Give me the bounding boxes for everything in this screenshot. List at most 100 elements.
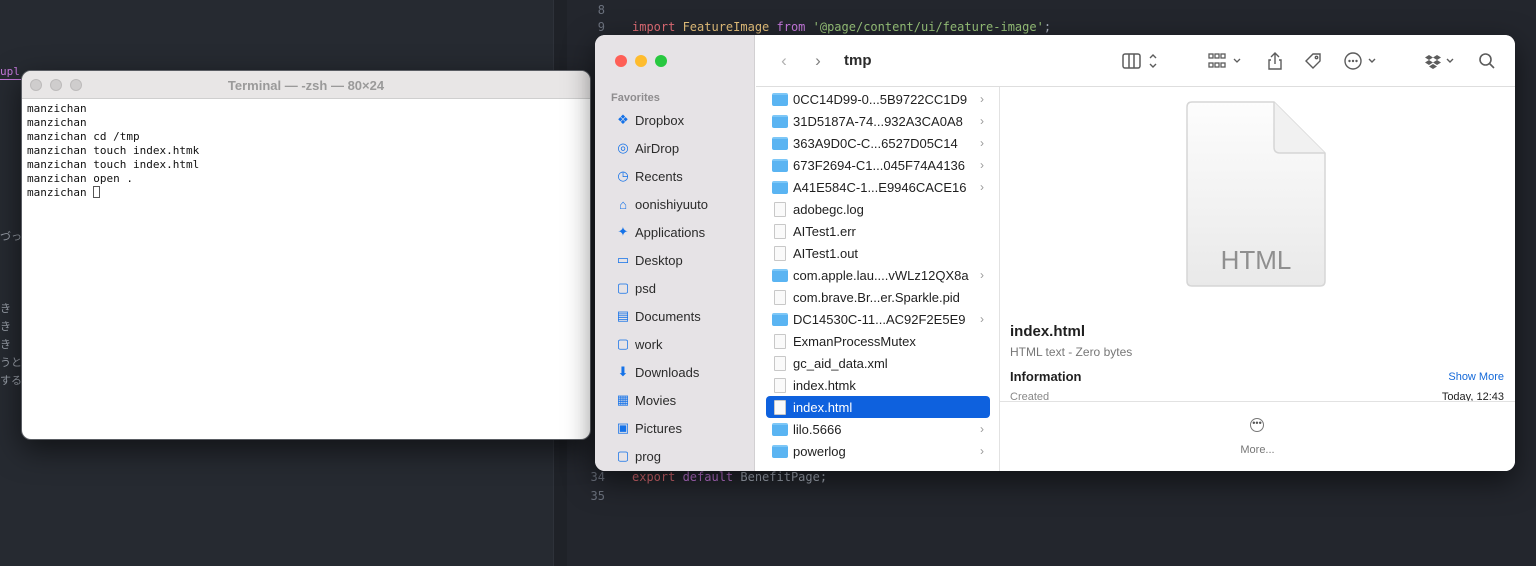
file-icon [774, 333, 786, 349]
terminal-output[interactable]: manzichan manzichan manzichan cd /tmp manzi… [22, 99, 590, 203]
sidebar-item-documents[interactable]: ▤ Documents [611, 305, 751, 327]
folder-icon: ▢ [616, 280, 630, 295]
forward-icon[interactable]: › [808, 49, 828, 73]
line-number: 9 [597, 20, 605, 34]
code-line[interactable]: import FeatureImage from '@page/content/… [632, 20, 1051, 34]
code-fragment: upl [0, 65, 20, 78]
sidebar-item-label: Applications [635, 224, 706, 240]
sidebar-item-label: Dropbox [635, 112, 685, 128]
minimize-button[interactable] [635, 55, 647, 67]
file-name: powerlog [793, 443, 846, 459]
code-token: ; [1043, 20, 1052, 34]
terminal-line: manzichan cd /tmp [27, 130, 140, 143]
sidebar-item-work[interactable]: ▢ work [611, 333, 751, 355]
view-columns-icon[interactable] [1120, 49, 1162, 73]
search-icon[interactable] [1476, 49, 1498, 73]
chevron-right-icon: › [980, 268, 984, 282]
file-row[interactable]: 31D5187A-74...932A3CA0A8 › [766, 110, 990, 132]
line-number: 35 [590, 489, 605, 503]
sidebar-item-dropbox[interactable]: ❖ Dropbox [611, 109, 751, 131]
file-row[interactable]: index.html [766, 396, 990, 418]
code-underline [0, 79, 22, 80]
close-button[interactable] [615, 55, 627, 67]
html-document-icon: HTML [1186, 101, 1326, 287]
folder-title: tmp [844, 52, 872, 69]
applications-icon: ✦ [617, 224, 629, 239]
file-row[interactable]: 363A9D0C-C...6527D05C14 › [766, 132, 990, 154]
folder-icon: ▢ [616, 336, 630, 351]
sidebar-item-prog[interactable]: ▢ prog [611, 445, 751, 467]
sidebar-item-label: Recents [635, 168, 683, 184]
preview-pane: HTML index.html HTML text - Zero bytes I… [1000, 87, 1515, 403]
file-icon [774, 223, 786, 239]
sidebar-item-pictures[interactable]: ▣ Pictures [611, 417, 751, 439]
clock-icon: ◷ [617, 168, 629, 183]
file-row[interactable]: com.brave.Br...er.Sparkle.pid [766, 286, 990, 308]
file-row[interactable]: A41E584C-1...E9946CACE16 › [766, 176, 990, 198]
finder-sidebar: Favorites ❖ Dropbox ◎ AirDrop ◷ Recents ⌂ oonis… [595, 35, 755, 471]
folder-icon [772, 312, 788, 326]
file-row[interactable]: DC14530C-11...AC92F2E5E9 › [766, 308, 990, 330]
action-menu-icon[interactable] [1342, 49, 1382, 73]
file-row[interactable]: 0CC14D99-0...5B9722CC1D9 › [766, 88, 990, 110]
folder-icon [772, 180, 788, 194]
zoom-button[interactable] [655, 55, 667, 67]
more-icon[interactable]: ••• [1250, 418, 1264, 432]
file-row[interactable]: lilo.5666 › [766, 418, 990, 440]
dropbox-icon[interactable] [1424, 49, 1460, 73]
code-token: BenefitPage; [740, 470, 828, 484]
file-row[interactable]: ExmanProcessMutex [766, 330, 990, 352]
text-fragment: き [0, 303, 11, 315]
more-label[interactable]: More... [1000, 444, 1515, 456]
file-row[interactable]: AITest1.out [766, 242, 990, 264]
sidebar-item-oonishiyuuto[interactable]: ⌂ oonishiyuuto [611, 193, 751, 215]
sidebar-item-movies[interactable]: ▦ Movies [611, 389, 751, 411]
file-name: adobegc.log [793, 201, 864, 217]
terminal-titlebar[interactable]: Terminal — -zsh — 80×24 [22, 71, 590, 99]
sidebar-item-airdrop[interactable]: ◎ AirDrop [611, 137, 751, 159]
folder-icon [772, 422, 788, 436]
file-row[interactable]: AITest1.err [766, 220, 990, 242]
finder-window[interactable]: Favorites ❖ Dropbox ◎ AirDrop ◷ Recents ⌂ oonis… [595, 35, 1515, 471]
text-fragment: づっ [0, 231, 22, 243]
file-list[interactable]: 0CC14D99-0...5B9722CC1D9 › 31D5187A-74...9… [756, 87, 1000, 471]
chevron-right-icon: › [980, 444, 984, 458]
file-name: ExmanProcessMutex [793, 333, 916, 349]
file-icon [774, 355, 786, 371]
folder-icon: ▢ [616, 448, 630, 463]
dropbox-icon: ❖ [617, 112, 629, 127]
terminal-window[interactable]: Terminal — -zsh — 80×24 manzichan manzich… [21, 70, 591, 440]
file-row[interactable]: com.apple.lau....vWLz12QX8a › [766, 264, 990, 286]
text-fragment: き [0, 339, 11, 351]
code-line[interactable]: export default BenefitPage; [632, 470, 827, 484]
file-row[interactable]: adobegc.log [766, 198, 990, 220]
terminal-prompt-line[interactable]: manzichan [27, 186, 585, 200]
folder-icon [772, 114, 788, 128]
sidebar-item-label: work [635, 336, 663, 352]
sidebar-item-desktop[interactable]: ▭ Desktop [611, 249, 751, 271]
file-name: AITest1.out [793, 245, 859, 261]
terminal-line: manzichan open . [27, 172, 133, 185]
sidebar-item-applications[interactable]: ✦ Applications [611, 221, 751, 243]
sidebar-item-recents[interactable]: ◷ Recents [611, 165, 751, 187]
terminal-prompt: manzichan [27, 186, 94, 199]
file-row[interactable]: index.htmk [766, 374, 990, 396]
line-number: 34 [590, 470, 605, 484]
sidebar-item-label: Downloads [635, 364, 700, 380]
share-icon[interactable] [1264, 49, 1286, 73]
file-row[interactable]: gc_aid_data.xml [766, 352, 990, 374]
file-name: com.brave.Br...er.Sparkle.pid [793, 289, 960, 305]
show-more-link[interactable]: Show More [1448, 371, 1504, 383]
folder-icon [772, 92, 788, 106]
back-icon[interactable]: ‹ [774, 49, 794, 73]
tag-icon[interactable] [1302, 49, 1324, 73]
group-icon[interactable] [1206, 49, 1246, 73]
sidebar-item-label: Desktop [635, 252, 683, 268]
file-row[interactable]: 673F2694-C1...045F74A4136 › [766, 154, 990, 176]
chevron-right-icon: › [980, 136, 984, 150]
file-row[interactable]: powerlog › [766, 440, 990, 462]
file-name: 31D5187A-74...932A3CA0A8 [793, 113, 963, 129]
sidebar-item-downloads[interactable]: ⬇ Downloads [611, 361, 751, 383]
code-token: '@page/content/ui/feature-image' [812, 20, 1044, 34]
sidebar-item-psd[interactable]: ▢ psd [611, 277, 751, 299]
